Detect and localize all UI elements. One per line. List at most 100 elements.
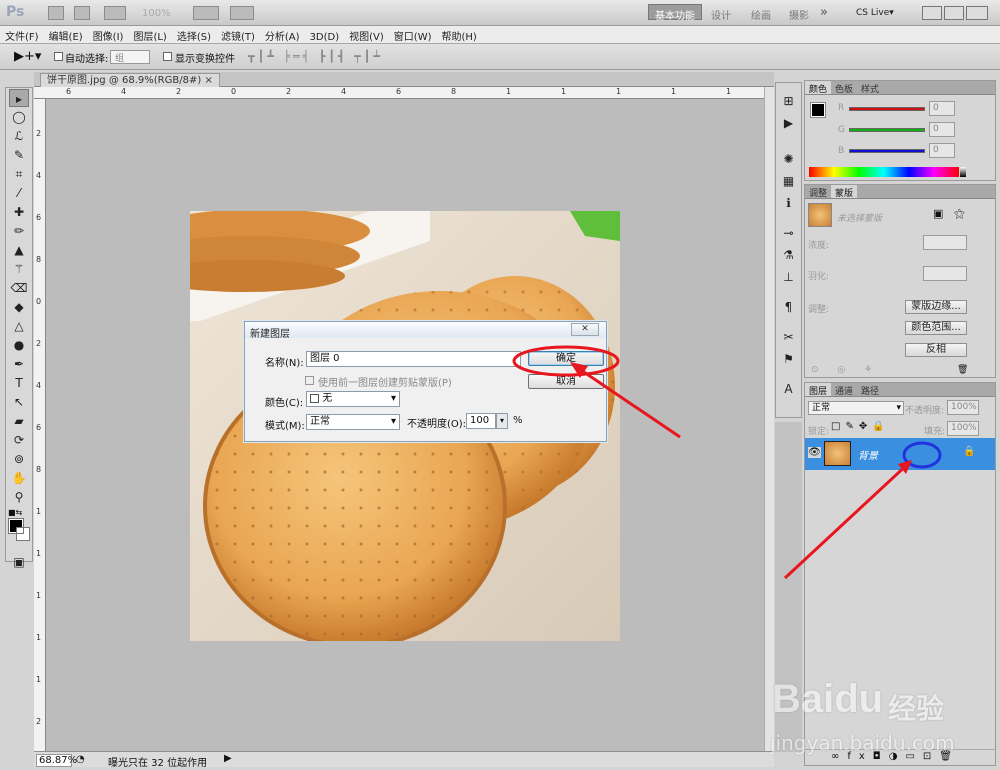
cancel-button[interactable]: 取消 [528, 374, 604, 389]
mini-bridge-icon[interactable] [74, 6, 90, 20]
layer-name[interactable]: 背景 [858, 447, 878, 462]
channel-b-slider[interactable] [849, 149, 925, 153]
workspace-essentials[interactable]: 基本功能 [648, 4, 702, 22]
channel-r-slider[interactable] [849, 107, 925, 111]
eraser-tool-icon[interactable]: ⌫ [9, 279, 29, 297]
tab-layers[interactable]: 图层 [805, 383, 832, 397]
menu-filter[interactable]: 滤镜(T) [216, 26, 260, 43]
document-tab[interactable]: 饼干原图.jpg @ 68.9%(RGB/8#) × [40, 73, 220, 87]
workspace-painting[interactable]: 绘画 [745, 5, 777, 22]
menu-window[interactable]: 窗口(W) [389, 26, 437, 43]
dodge-tool-icon[interactable]: ● [9, 336, 29, 354]
tab-swatches[interactable]: 色板 [831, 81, 857, 95]
close-window-button[interactable] [966, 6, 988, 20]
arrange-documents-icon[interactable] [193, 6, 219, 20]
status-menu-icon[interactable]: ▶ [224, 753, 232, 764]
marquee-tool-icon[interactable]: ◯ [9, 108, 29, 126]
eyedropper-icon[interactable]: ⁄ [9, 184, 29, 202]
menu-view[interactable]: 视图(V) [344, 26, 389, 43]
paint-bucket-icon[interactable]: ◆ [9, 298, 29, 316]
info-icon[interactable]: ℹ [780, 195, 797, 211]
shape-tool-icon[interactable]: ▰ [9, 412, 29, 430]
tab-adjustments[interactable]: 调整 [805, 185, 831, 199]
menu-image[interactable]: 图像(I) [88, 26, 129, 43]
3d-panel-icon[interactable]: ✺ [780, 151, 797, 167]
3d-rotate-icon[interactable]: ⟳ [9, 431, 29, 449]
3d-orbit-icon[interactable]: ⊚ [9, 450, 29, 468]
panel-fg-swatch[interactable] [810, 102, 826, 118]
tab-styles[interactable]: 样式 [857, 81, 883, 95]
menu-file[interactable]: 文件(F) [0, 26, 44, 43]
menu-3d[interactable]: 3D(D) [305, 30, 345, 43]
stamp-tool-icon[interactable]: ▲ [9, 241, 29, 259]
path-selection-icon[interactable]: ↖ [9, 393, 29, 411]
paragraph-icon[interactable]: ¶ [780, 299, 797, 315]
density-input[interactable] [923, 235, 967, 250]
clip-mask-checkbox[interactable] [305, 376, 314, 385]
mode-dropdown[interactable]: 正常 [306, 414, 400, 430]
screen-mode-icon[interactable] [230, 6, 254, 20]
character-icon[interactable]: A [780, 381, 797, 397]
dialog-close-button[interactable]: ✕ [571, 323, 599, 336]
actions-icon[interactable]: ▶ [780, 115, 797, 131]
zoom-tool-icon[interactable]: ⚲ [9, 488, 29, 506]
minimize-button[interactable] [922, 6, 942, 20]
channel-g-value[interactable]: 0 [929, 122, 955, 137]
pixel-mask-icon[interactable]: ▣ [933, 207, 943, 220]
layer-name-input[interactable]: 图层 0 [306, 351, 521, 367]
menu-layer[interactable]: 图层(L) [128, 26, 171, 43]
ok-button[interactable]: 确定 [528, 351, 604, 366]
fill-input[interactable]: 100% [947, 421, 979, 436]
vertical-scrollbar[interactable] [764, 87, 774, 751]
clone-source-icon[interactable]: ⚗ [780, 247, 797, 263]
auto-select-checkbox[interactable] [54, 52, 63, 61]
tool-presets-icon[interactable]: ⊥ [780, 269, 797, 285]
bridge-icon[interactable] [48, 6, 64, 20]
cslive-button[interactable]: CS Live▾ [856, 8, 894, 18]
opacity-input[interactable]: 100 [466, 413, 496, 429]
more-workspaces-button[interactable]: » [820, 5, 828, 20]
color-dropdown[interactable]: 无 [306, 391, 400, 407]
menu-analysis[interactable]: 分析(A) [260, 26, 305, 43]
status-zoom[interactable]: 68.87% [36, 754, 77, 767]
blur-tool-icon[interactable]: △ [9, 317, 29, 335]
layer-opacity-input[interactable]: 100% [947, 400, 979, 415]
menu-help[interactable]: 帮助(H) [437, 26, 482, 43]
background-color-swatch[interactable] [16, 527, 30, 541]
mask-footer-icons[interactable]: ⊙ ◎ ⚘ [811, 365, 880, 375]
lock-icons[interactable]: □✎✥🔒 [831, 421, 890, 432]
invert-button[interactable]: 反相 [905, 343, 967, 357]
hand-tool-icon[interactable]: ✋ [9, 469, 29, 487]
tab-paths[interactable]: 路径 [857, 383, 883, 397]
history-brush-icon[interactable]: ⚚ [9, 260, 29, 278]
layer-row-background[interactable]: 👁 背景 🔒 [805, 438, 995, 470]
default-colors-icon[interactable]: ■⇆ [8, 508, 32, 517]
tab-color[interactable]: 颜色 [805, 81, 832, 95]
opacity-stepper-icon[interactable]: ▾ [496, 413, 508, 429]
menu-select[interactable]: 选择(S) [172, 26, 216, 43]
align-icons[interactable]: ┳┃┻ ╞═╡ ┣┃┫ ┯┃┷ [248, 50, 383, 63]
visibility-eye-icon[interactable]: 👁 [808, 447, 821, 458]
brush-presets-icon[interactable]: ⊸ [780, 225, 797, 241]
color-ramp[interactable] [809, 167, 959, 177]
view-extras-icon[interactable] [104, 6, 126, 20]
mask-trash-icon[interactable]: 🗑 [957, 365, 968, 375]
color-range-button[interactable]: 颜色范围... [905, 321, 967, 335]
vector-mask-icon[interactable]: ⚝ [954, 207, 965, 221]
close-tab-icon[interactable]: × [204, 75, 212, 86]
tab-masks[interactable]: 蒙版 [831, 185, 858, 199]
mask-edge-button[interactable]: 蒙版边缘... [905, 300, 967, 314]
workspace-design[interactable]: 设计 [705, 5, 737, 22]
mask-thumbnail[interactable] [808, 203, 832, 227]
crop-tool-icon[interactable]: ⌗ [9, 165, 29, 183]
brush-panel-icon[interactable]: ✂ [780, 329, 797, 345]
tab-channels[interactable]: 通道 [831, 383, 857, 397]
healing-brush-icon[interactable]: ✚ [9, 203, 29, 221]
type-tool-icon[interactable]: T [9, 374, 29, 392]
menu-edit[interactable]: 编辑(E) [44, 26, 88, 43]
channel-g-slider[interactable] [849, 128, 925, 132]
color-ramp-bw[interactable] [960, 167, 966, 177]
zoom-level-select[interactable]: 100% [142, 8, 171, 19]
move-tool-icon[interactable]: ▸ [9, 89, 29, 107]
channel-b-value[interactable]: 0 [929, 143, 955, 158]
